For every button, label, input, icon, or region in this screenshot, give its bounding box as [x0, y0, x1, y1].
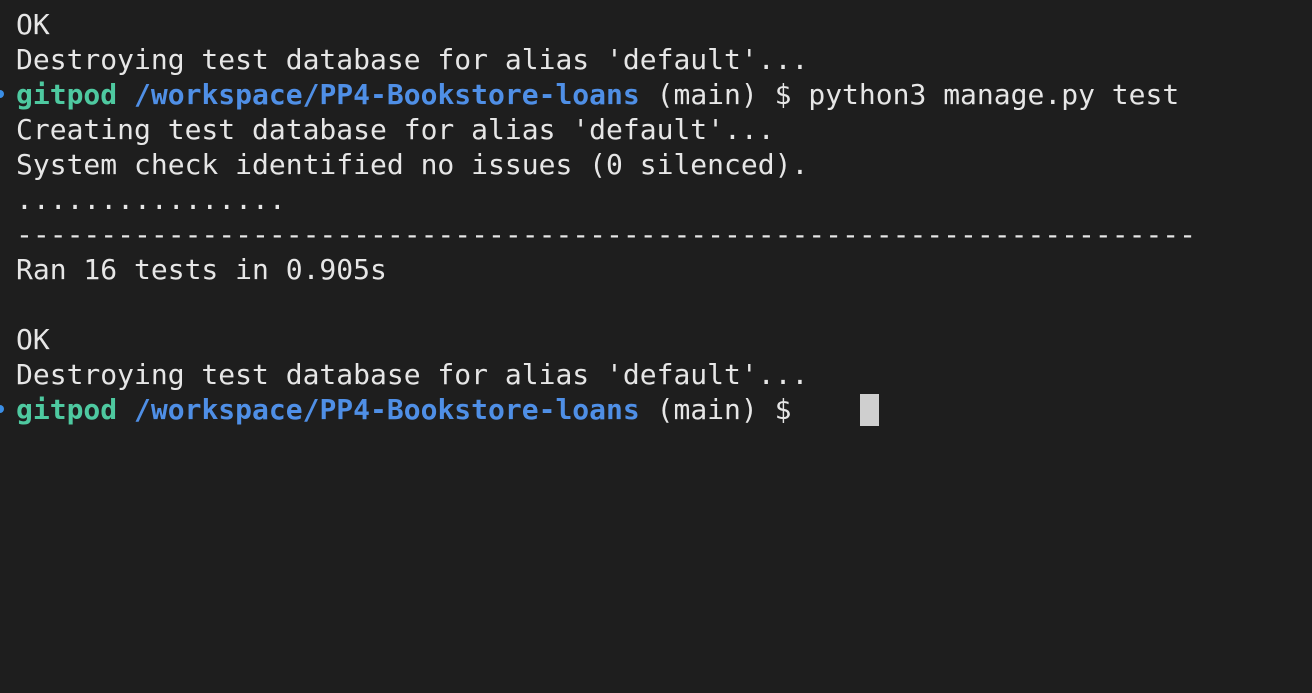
command-text: python3 manage.py test — [808, 78, 1180, 111]
terminal-output[interactable]: OK Destroying test database for alias 'd… — [0, 0, 1312, 436]
prompt-branch: (main) — [656, 78, 758, 111]
command-status-marker[interactable] — [0, 90, 4, 98]
output-line: OK — [16, 8, 50, 41]
output-line: Creating test database for alias 'defaul… — [16, 113, 775, 146]
test-result: OK — [16, 323, 50, 356]
prompt-user: gitpod — [16, 78, 118, 111]
prompt-symbol: $ — [774, 393, 792, 426]
output-line: Destroying test database for alias 'defa… — [16, 43, 809, 76]
prompt-symbol: $ — [774, 78, 792, 111]
prompt-line: gitpod /workspace/PP4-Bookstore-loans (m… — [16, 392, 791, 427]
prompt-user: gitpod — [16, 393, 118, 426]
output-line: Destroying test database for alias 'defa… — [16, 358, 809, 391]
prompt-path: /workspace/PP4-Bookstore-loans — [134, 393, 640, 426]
prompt-path: /workspace/PP4-Bookstore-loans — [134, 78, 640, 111]
test-progress-dots: ................ — [16, 183, 286, 216]
test-summary: Ran 16 tests in 0.905s — [16, 253, 387, 286]
terminal-cursor[interactable] — [860, 394, 879, 426]
output-line: System check identified no issues (0 sil… — [16, 148, 809, 181]
prompt-line: gitpod /workspace/PP4-Bookstore-loans (m… — [16, 77, 1179, 112]
prompt-branch: (main) — [656, 393, 758, 426]
command-status-marker[interactable] — [0, 405, 4, 413]
separator-line: ----------------------------------------… — [16, 218, 1197, 251]
